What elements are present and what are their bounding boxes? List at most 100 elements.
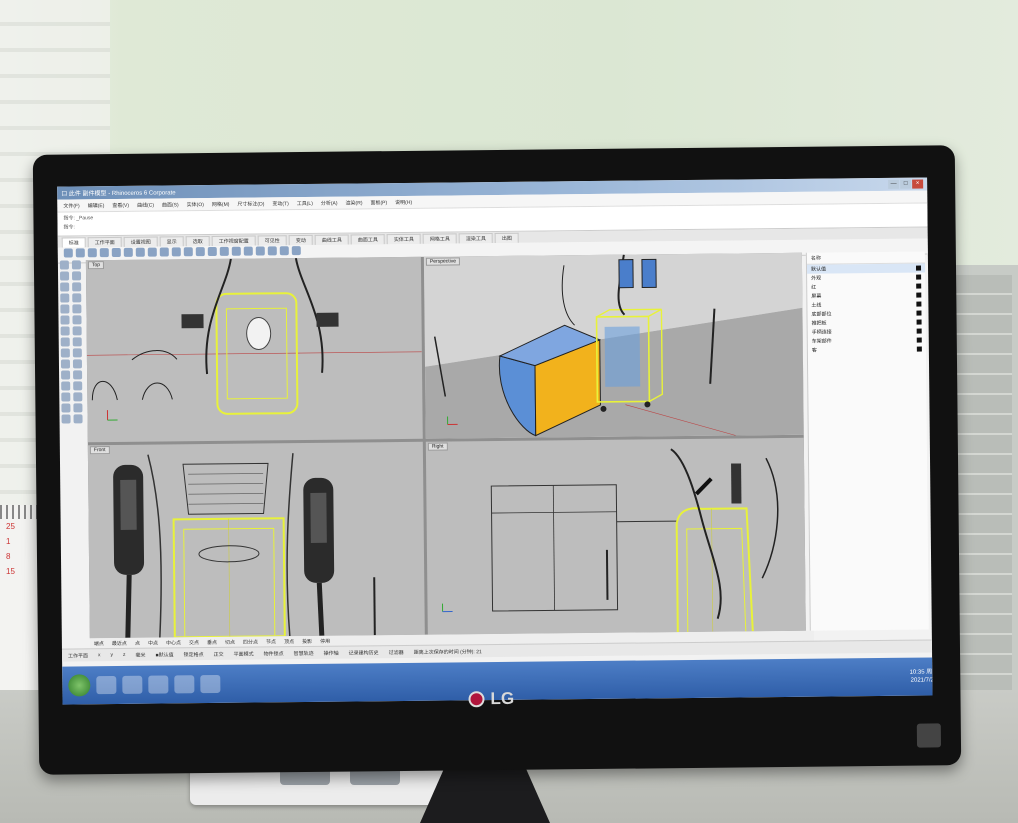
viewport-label-front[interactable]: Front [89, 446, 110, 455]
ellipse-icon[interactable] [60, 293, 70, 303]
osnap-vertex[interactable]: 顶点 [284, 638, 294, 645]
boolean-icon[interactable] [60, 348, 70, 358]
help-icon[interactable] [291, 246, 301, 256]
tab-surface-tools[interactable]: 曲面工具 [350, 234, 385, 245]
osnap-tangent[interactable]: 切点 [225, 638, 235, 645]
osnap-quad[interactable]: 四分点 [243, 638, 258, 645]
mesh-icon[interactable] [72, 348, 82, 358]
shade-icon[interactable] [279, 246, 289, 256]
layer-row[interactable]: 客 [808, 345, 926, 355]
array-icon[interactable] [73, 381, 83, 391]
point-icon[interactable] [59, 260, 69, 270]
osnap-perp[interactable]: 垂点 [207, 638, 217, 645]
osnap-knot[interactable]: 节点 [266, 638, 276, 645]
viewport-perspective[interactable]: Perspective [423, 252, 804, 439]
tab-select[interactable]: 选取 [185, 235, 210, 247]
move-icon[interactable] [60, 359, 71, 369]
tab-cplanes[interactable]: 工作平面 [87, 236, 122, 248]
status-osnap[interactable]: 物件锁点 [264, 650, 284, 657]
osnap-center[interactable]: 中心点 [166, 639, 181, 646]
pan-icon[interactable] [159, 247, 169, 257]
tab-standard[interactable]: 标准 [61, 237, 86, 248]
light-icon[interactable] [267, 246, 277, 256]
osnap-project[interactable]: 投影 [302, 637, 312, 644]
render-icon[interactable] [243, 246, 253, 256]
menu-render[interactable]: 渲染(R) [345, 199, 363, 206]
tab-drafting[interactable]: 出图 [494, 232, 519, 244]
tab-set-view[interactable]: 设置视图 [123, 236, 158, 247]
viewport-label-perspective[interactable]: Perspective [425, 257, 461, 266]
status-history[interactable]: 记录建构历史 [349, 649, 379, 656]
zoom-extents-icon[interactable] [195, 247, 205, 257]
explode-icon[interactable] [73, 403, 83, 413]
minimize-button[interactable]: — [888, 179, 900, 189]
osnap-near[interactable]: 最近点 [112, 639, 127, 646]
material-icon[interactable] [255, 246, 265, 256]
tab-viewport-layout[interactable]: 工作视窗配置 [211, 235, 256, 246]
viewport-label-top[interactable]: Top [87, 261, 105, 270]
menu-view[interactable]: 查看(V) [112, 201, 129, 208]
osnap-end[interactable]: 端点 [94, 640, 104, 647]
curve-icon[interactable] [72, 271, 82, 281]
status-grid-snap[interactable]: 锁定格点 [184, 651, 204, 658]
taskbar-app[interactable] [174, 675, 195, 694]
osnap-point[interactable]: 点 [135, 639, 140, 646]
close-button[interactable]: × [912, 179, 924, 189]
line-icon[interactable] [71, 260, 81, 270]
maximize-button[interactable]: □ [900, 179, 912, 189]
split-icon[interactable] [73, 392, 83, 402]
menu-solid[interactable]: 实体(O) [187, 201, 204, 208]
menu-surface[interactable]: 曲面(S) [162, 201, 179, 208]
fillet-icon[interactable] [72, 304, 82, 314]
rectangle-icon[interactable] [72, 293, 82, 303]
sphere-icon[interactable] [72, 337, 82, 347]
dimension-icon[interactable] [61, 414, 71, 424]
layer-icon[interactable] [219, 246, 229, 256]
sweep-icon[interactable] [72, 326, 82, 336]
system-clock[interactable]: 10:35 周二 2021/7/20 [910, 668, 933, 684]
zoom-icon[interactable] [183, 247, 193, 257]
copy-icon[interactable] [123, 247, 133, 257]
save-icon[interactable] [87, 248, 97, 258]
status-smarttrack[interactable]: 智慧轨迹 [294, 649, 314, 656]
trim-icon[interactable] [61, 392, 71, 402]
taskbar-app[interactable] [200, 674, 221, 694]
viewport-right[interactable]: Right [425, 437, 806, 635]
viewport-front[interactable]: Front [87, 441, 425, 639]
menu-curve[interactable]: 曲线(C) [137, 201, 154, 208]
rotate-view-icon[interactable] [171, 247, 181, 257]
status-planar[interactable]: 平面模式 [234, 650, 254, 657]
menu-transform[interactable]: 变动(T) [272, 200, 288, 207]
open-icon[interactable] [75, 248, 85, 258]
taskbar-app[interactable] [122, 675, 143, 694]
tab-render-tools[interactable]: 渲染工具 [458, 233, 493, 244]
menu-mesh[interactable]: 网格(M) [212, 200, 230, 207]
extrude-icon[interactable] [72, 315, 82, 325]
taskbar-app[interactable] [96, 675, 117, 695]
menu-edit[interactable]: 编辑(E) [88, 202, 105, 209]
viewport-top[interactable]: Top [85, 256, 423, 443]
surface-icon[interactable] [60, 315, 70, 325]
arc-icon[interactable] [72, 282, 82, 292]
menu-file[interactable]: 文件(F) [63, 202, 79, 209]
taskbar-app[interactable] [148, 675, 169, 694]
new-icon[interactable] [63, 248, 73, 258]
polygon-icon[interactable] [60, 304, 70, 314]
tab-curve-tools[interactable]: 曲线工具 [314, 234, 349, 245]
undo-icon[interactable] [147, 247, 157, 257]
status-ortho[interactable]: 正交 [214, 650, 224, 657]
menu-panels[interactable]: 面板(P) [370, 199, 387, 206]
scale-icon[interactable] [73, 370, 83, 380]
status-gumball[interactable]: 操作轴 [324, 649, 339, 656]
viewport-label-right[interactable]: Right [427, 442, 448, 451]
polyline-icon[interactable] [60, 271, 70, 281]
text-icon[interactable] [73, 414, 83, 424]
menu-analyze[interactable]: 分析(A) [321, 199, 338, 206]
properties-icon[interactable] [231, 246, 241, 256]
print-icon[interactable] [99, 248, 109, 258]
rotate-icon[interactable] [61, 370, 71, 380]
tab-mesh-tools[interactable]: 网格工具 [422, 233, 457, 244]
osnap-intersection[interactable]: 交点 [189, 639, 199, 646]
circle-icon[interactable] [60, 282, 70, 292]
tab-visibility[interactable]: 可见性 [257, 235, 287, 246]
